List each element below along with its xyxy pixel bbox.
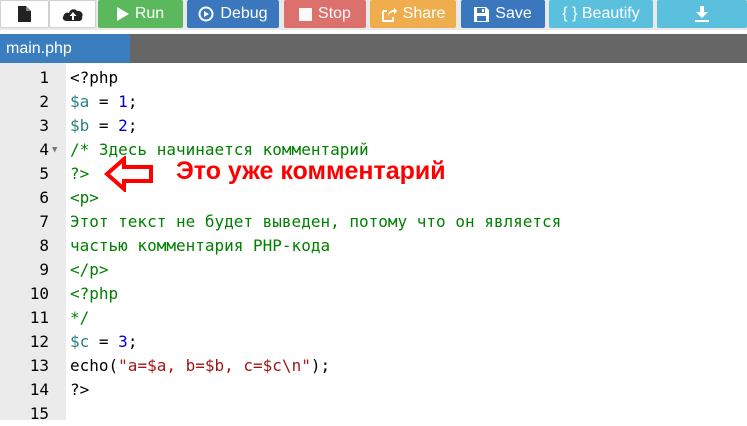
code-text[interactable]: частью комментария PHP-кода <box>70 234 330 258</box>
line-number: 15 <box>29 404 49 423</box>
share-icon <box>381 7 397 22</box>
line-number: 5 <box>39 164 49 183</box>
stop-label: Stop <box>318 5 351 22</box>
run-label: Run <box>134 5 165 22</box>
code-line: 1 <?php <box>0 66 747 90</box>
line-number: 7 <box>39 212 49 231</box>
new-file-button[interactable] <box>0 0 49 28</box>
fold-arrow-icon[interactable]: ▼ <box>52 138 57 162</box>
code-text[interactable]: <?php <box>70 66 118 90</box>
code-text[interactable]: Этот текст не будет выведен, потому что … <box>70 210 561 234</box>
line-number: 13 <box>29 356 49 375</box>
tab-bar: main.php <box>0 34 747 63</box>
code-text[interactable]: $c = 3; <box>70 330 137 354</box>
upload-button[interactable] <box>49 0 96 28</box>
code-text[interactable]: $b = 2; <box>70 114 137 138</box>
code-line: 12 $c = 3; <box>0 330 747 354</box>
cloud-upload-icon <box>62 9 83 21</box>
code-line: 7 Этот текст не будет выведен, потому чт… <box>0 210 747 234</box>
line-number: 2 <box>39 92 49 111</box>
code-text[interactable]: <?php <box>70 282 118 306</box>
beautify-label: { } Beautify <box>562 5 640 22</box>
debug-button[interactable]: Debug <box>187 0 279 28</box>
share-label: Share <box>402 5 446 22</box>
line-number: 10 <box>29 284 49 303</box>
code-text[interactable]: echo("a=$a, b=$b, c=$c\n"); <box>70 354 330 378</box>
line-number: 9 <box>39 260 49 279</box>
debug-label: Debug <box>220 5 268 22</box>
tab-main-php[interactable]: main.php <box>0 34 130 63</box>
line-number: 1 <box>39 68 49 87</box>
stop-button[interactable]: Stop <box>284 0 366 28</box>
code-line: 8 частью комментария PHP-кода <box>0 234 747 258</box>
line-number: 4 <box>39 140 49 159</box>
code-line: 11 */ <box>0 306 747 330</box>
save-label: Save <box>495 5 532 22</box>
line-number: 12 <box>29 332 49 351</box>
line-number: 3 <box>39 116 49 135</box>
code-text[interactable]: <p> <box>70 186 99 210</box>
debug-icon <box>198 6 214 22</box>
code-text[interactable]: ?> <box>70 162 89 186</box>
code-line: 15 <box>0 402 747 426</box>
stop-icon <box>299 7 313 21</box>
code-text[interactable]: ?> <box>70 378 89 402</box>
line-number: 6 <box>39 188 49 207</box>
line-number: 11 <box>29 308 49 327</box>
code-line: 10 <?php <box>0 282 747 306</box>
beautify-button[interactable]: { } Beautify <box>549 0 653 28</box>
code-line: 9 </p> <box>0 258 747 282</box>
code-editor[interactable]: 1 <?php 2 $a = 1; 3 $b = 2; 4 ▼ /* Здесь… <box>0 63 747 423</box>
code-line: 2 $a = 1; <box>0 90 747 114</box>
download-button[interactable] <box>657 0 747 28</box>
code-text[interactable]: */ <box>70 306 89 330</box>
code-line: 14 ?> <box>0 378 747 402</box>
code-text[interactable]: $a = 1; <box>70 90 137 114</box>
code-text[interactable]: </p> <box>70 258 109 282</box>
play-icon <box>116 7 129 21</box>
file-icon <box>18 6 31 22</box>
floppy-disk-icon <box>474 6 490 22</box>
toolbar: Run Debug Stop Share Save { } Beautify <box>0 0 747 30</box>
code-line: 13 echo("a=$a, b=$b, c=$c\n"); <box>0 354 747 378</box>
line-number: 14 <box>29 380 49 399</box>
run-button[interactable]: Run <box>98 0 183 28</box>
save-button[interactable]: Save <box>461 0 545 28</box>
annotation-label: Это уже комментарий <box>176 157 446 185</box>
share-button[interactable]: Share <box>370 0 456 28</box>
code-line: 3 $b = 2; <box>0 114 747 138</box>
line-number: 8 <box>39 236 49 255</box>
red-arrow-left-icon <box>104 156 153 192</box>
download-icon <box>695 6 709 22</box>
tab-label: main.php <box>6 39 72 57</box>
